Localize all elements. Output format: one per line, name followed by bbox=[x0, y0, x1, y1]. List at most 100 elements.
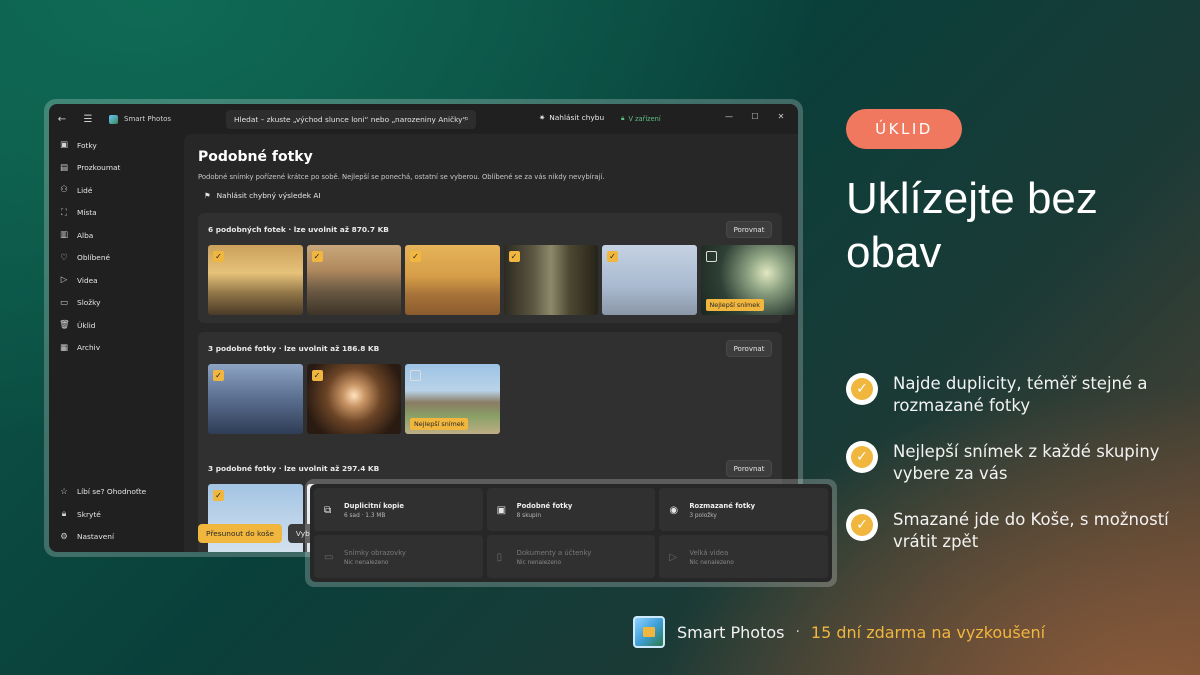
similar-group: 6 podobných fotek · lze uvolnit až 870.7… bbox=[198, 213, 795, 323]
checkbox-checked[interactable]: ✓ bbox=[213, 251, 224, 262]
maximize-icon[interactable]: ☐ bbox=[742, 112, 768, 121]
compare-button[interactable]: Porovnat bbox=[726, 460, 772, 477]
category-screenshots[interactable]: ▭ Snímky obrazovky Nic nenalezeno bbox=[314, 535, 483, 578]
checkbox-checked[interactable]: ✓ bbox=[311, 251, 323, 262]
sidebar-item-places[interactable]: ⛶ Místa bbox=[49, 202, 184, 225]
cleanup-categories-frame: ⧉ Duplicitní kopie 6 sad · 1.3 MB ▣ Podo… bbox=[305, 479, 837, 587]
category-similar[interactable]: ▣ Podobné fotky 8 skupin bbox=[486, 488, 656, 531]
cleanup-categories-panel: ⧉ Duplicitní kopie 6 sad · 1.3 MB ▣ Podo… bbox=[310, 484, 832, 582]
video-icon: ▷ bbox=[60, 275, 68, 286]
category-large-videos[interactable]: ▷ Velká videa Nic nenalezeno bbox=[659, 535, 828, 578]
category-sub: Nic nenalezeno bbox=[344, 560, 389, 566]
category-name: Snímky obrazovky bbox=[344, 549, 406, 557]
report-ai-button[interactable]: ⚑ Nahlásit chybný výsledek AI bbox=[204, 191, 321, 200]
close-icon[interactable]: ✕ bbox=[768, 112, 794, 121]
sidebar-item-label: Lidé bbox=[77, 185, 93, 195]
eye-icon: ◉ bbox=[669, 505, 679, 516]
sidebar-item-photos[interactable]: ▣ Fotky bbox=[49, 134, 184, 157]
checkbox-checked[interactable]: ✓ bbox=[213, 490, 224, 501]
page-title: Podobné fotky bbox=[198, 149, 313, 165]
photo-thumbnail[interactable]: ✓ bbox=[602, 245, 697, 315]
sidebar-item-label: Skryté bbox=[77, 509, 101, 519]
photo-thumbnail[interactable]: ✓ bbox=[503, 245, 598, 315]
category-name: Duplicitní kopie bbox=[344, 502, 404, 510]
feature-item: ✓ Smazané jde do Koše, s možností vrátit… bbox=[846, 509, 1186, 577]
hamburger-menu-icon[interactable]: ☰ bbox=[75, 114, 101, 125]
folder-icon: ▭ bbox=[59, 297, 69, 308]
photo-thumbnail[interactable]: ✓ bbox=[208, 245, 303, 315]
photo-thumbnail[interactable]: ✓ bbox=[405, 245, 500, 315]
sidebar-item-hidden[interactable]: 🔒︎ Skryté bbox=[49, 503, 184, 526]
sidebar-item-people[interactable]: ⚇ Lidé bbox=[49, 179, 184, 202]
checkbox-unchecked[interactable]: ✓ bbox=[705, 251, 717, 262]
check-icon: ✓ bbox=[846, 373, 878, 405]
category-sub: Nic nenalezeno bbox=[516, 560, 562, 566]
app-logo-icon bbox=[633, 616, 665, 648]
window-controls: — ☐ ✕ bbox=[716, 112, 794, 121]
category-blurry[interactable]: ◉ Rozmazané fotky 3 položky bbox=[659, 488, 828, 531]
similar-group: 3 podobné fotky · lze uvolnit až 186.8 K… bbox=[198, 332, 782, 442]
category-documents[interactable]: ▯ Dokumenty a účtenky Nic nenalezeno bbox=[486, 535, 656, 578]
sidebar-item-label: Líbí se? Ohodnoťte bbox=[77, 487, 147, 497]
move-to-trash-button[interactable]: Přesunout do koše bbox=[198, 524, 282, 543]
sidebar-item-label: Fotky bbox=[77, 140, 97, 150]
category-name: Rozmazané fotky bbox=[689, 502, 756, 510]
sidebar-item-videos[interactable]: ▷ Videa bbox=[49, 269, 184, 292]
headline: Uklízejte bez obav bbox=[846, 174, 1098, 277]
on-device-status: 🔒︎ V zařízení bbox=[621, 114, 661, 123]
group-title: 6 podobných fotek · lze uvolnit až 870.7… bbox=[208, 225, 389, 234]
sidebar-item-label: Složky bbox=[77, 298, 101, 308]
app-name: Smart Photos bbox=[124, 115, 172, 123]
sidebar-item-label: Místa bbox=[77, 208, 97, 218]
sidebar-item-rate[interactable]: ☆ Líbí se? Ohodnoťte bbox=[49, 481, 184, 504]
sidebar-item-archive[interactable]: ▦ Archiv bbox=[49, 337, 184, 360]
sidebar-item-label: Nastavení bbox=[77, 532, 114, 542]
photo-thumbnail-best[interactable]: ✓ Nejlepší snímek bbox=[700, 245, 795, 315]
category-name: Podobné fotky bbox=[516, 502, 573, 510]
feature-text: Najde duplicity, téměř stejné a rozmazan… bbox=[893, 374, 1148, 415]
sidebar-item-label: Oblíbené bbox=[77, 253, 111, 263]
category-sub: 3 položky bbox=[689, 513, 717, 519]
sidebar-item-label: Úklid bbox=[77, 320, 96, 330]
sidebar-item-cleanup[interactable]: 🗑︎ Úklid bbox=[49, 314, 184, 337]
compare-button[interactable]: Porovnat bbox=[726, 221, 772, 238]
sidebar-item-label: Archiv bbox=[77, 343, 101, 353]
sidebar-item-label: Alba bbox=[77, 230, 94, 240]
explore-icon: ▤ bbox=[59, 162, 69, 173]
checkbox-checked[interactable]: ✓ bbox=[508, 251, 520, 262]
page-subtitle: Podobné snímky pořízené krátce po sobě. … bbox=[198, 173, 605, 181]
document-icon: ▯ bbox=[496, 552, 503, 563]
photo-thumbnail[interactable]: ✓ bbox=[208, 364, 303, 434]
checkbox-checked[interactable]: ✓ bbox=[410, 251, 421, 262]
titlebar: ← ☰ Smart Photos Hledat – zkuste „východ… bbox=[49, 104, 798, 134]
checkbox-checked[interactable]: ✓ bbox=[607, 251, 618, 262]
sidebar-item-folders[interactable]: ▭ Složky bbox=[49, 292, 184, 315]
checkbox-checked[interactable]: ✓ bbox=[311, 370, 323, 381]
report-ai-label: Nahlásit chybný výsledek AI bbox=[216, 191, 321, 200]
sidebar-item-settings[interactable]: ⚙ Nastavení bbox=[49, 526, 184, 549]
footer: Smart Photos · 15 dní zdarma na vyzkouše… bbox=[633, 615, 1045, 649]
category-sub: Nic nenalezeno bbox=[689, 560, 734, 566]
photo-thumbnail-best[interactable]: ✓ Nejlepší snímek bbox=[405, 364, 500, 434]
search-icon[interactable]: ⌕ bbox=[465, 114, 469, 124]
back-arrow-icon[interactable]: ← bbox=[49, 114, 75, 125]
feature-text: Smazané jde do Koše, s možností vrátit z… bbox=[893, 510, 1169, 551]
checkbox-unchecked[interactable]: ✓ bbox=[410, 370, 421, 381]
compare-button[interactable]: Porovnat bbox=[726, 340, 772, 357]
feature-text: Nejlepší snímek z každé skupiny vybere z… bbox=[893, 442, 1160, 483]
sidebar-item-albums[interactable]: ▥ Alba bbox=[49, 224, 184, 247]
category-duplicates[interactable]: ⧉ Duplicitní kopie 6 sad · 1.3 MB bbox=[314, 488, 483, 531]
category-sub: 8 skupin bbox=[516, 513, 542, 519]
group-title: 3 podobné fotky · lze uvolnit až 297.4 K… bbox=[208, 464, 380, 473]
search-input[interactable]: Hledat – zkuste „východ slunce loni“ neb… bbox=[226, 110, 476, 129]
map-icon: ⛶ bbox=[61, 207, 67, 218]
sidebar-item-explore[interactable]: ▤ Prozkoumat bbox=[49, 157, 184, 180]
checkbox-checked[interactable]: ✓ bbox=[213, 370, 224, 381]
photo-thumbnail[interactable]: ✓ bbox=[306, 364, 401, 434]
photo-thumbnail[interactable]: ✓ bbox=[306, 245, 401, 315]
report-bug-button[interactable]: ✷ Nahlásit chybu bbox=[539, 113, 604, 122]
sidebar-item-favorites[interactable]: ♡ Oblíbené bbox=[49, 247, 184, 270]
copy-icon: ⧉ bbox=[324, 505, 332, 516]
minimize-icon[interactable]: — bbox=[716, 112, 742, 121]
category-sub: 6 sad · 1.3 MB bbox=[344, 513, 386, 519]
